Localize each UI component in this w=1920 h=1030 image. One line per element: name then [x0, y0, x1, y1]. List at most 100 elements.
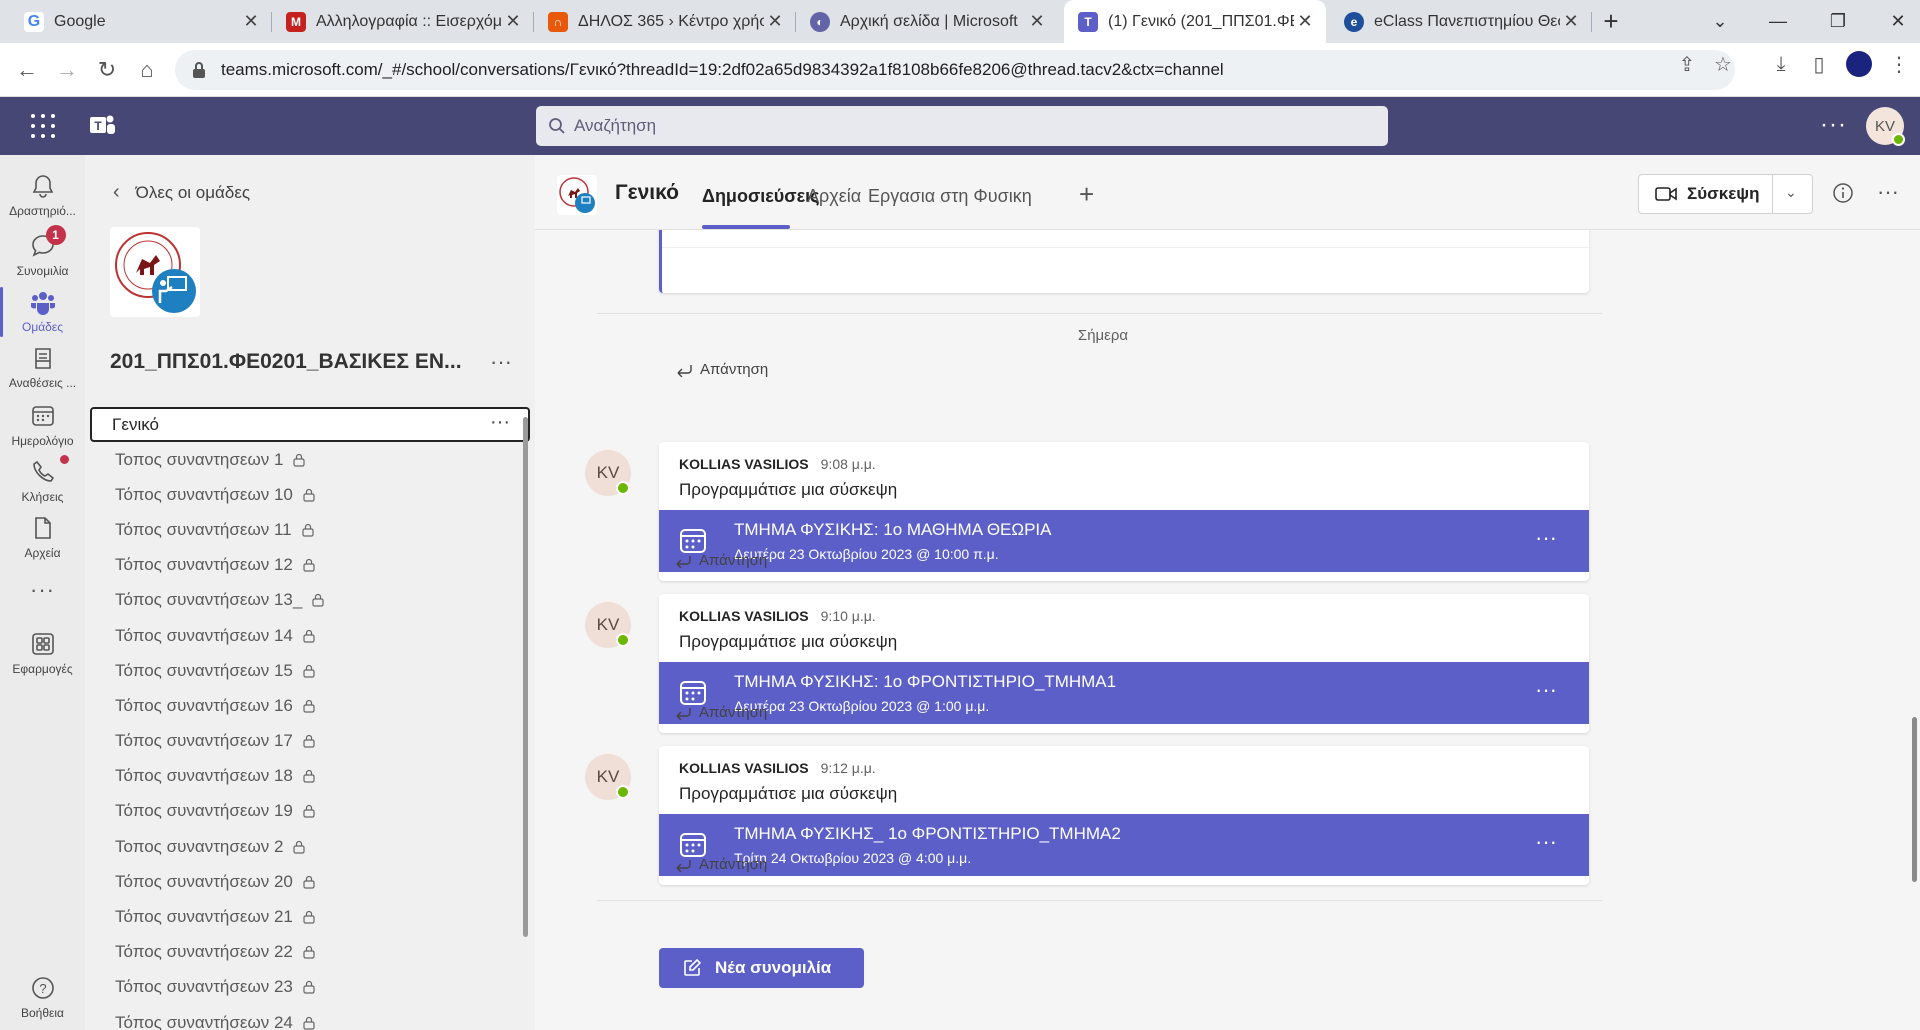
kebab-menu-icon[interactable]: ⋮: [1888, 53, 1910, 76]
meeting-card[interactable]: ΤΜΗΜΑ ΦΥΣΙΚΗΣ: 1ο ΦΡΟΝΤΙΣΤΗΡΙΟ_ΤΜΗΜΑ1 Δευ…: [659, 662, 1589, 724]
minimize-button[interactable]: —: [1758, 6, 1798, 36]
close-icon[interactable]: ✕: [240, 11, 262, 33]
channel-item[interactable]: Τόπος συναντήσεων 24: [85, 1005, 525, 1030]
back-label: Όλες οι ομάδες: [135, 182, 251, 202]
team-logo[interactable]: [110, 227, 200, 317]
back-arrow-icon[interactable]: ←: [12, 55, 42, 85]
profile-icon[interactable]: [1846, 51, 1872, 77]
reload-icon[interactable]: ↻: [92, 55, 122, 85]
teams-icon: [30, 292, 55, 315]
browser-tab-mail[interactable]: M Αλληλογραφία :: Εισερχόμ ✕: [272, 0, 534, 43]
channel-item[interactable]: Τοπος συναντησεων 1: [85, 442, 525, 477]
info-icon[interactable]: [1832, 182, 1854, 204]
search-input[interactable]: Αναζήτηση: [536, 106, 1388, 146]
author-name[interactable]: KOLLIAS VASILIOS: [679, 608, 809, 624]
new-tab-button[interactable]: +: [1598, 8, 1624, 35]
rail-item-assignments[interactable]: Αναθέσεις ...: [0, 339, 85, 401]
close-icon[interactable]: ✕: [1560, 11, 1582, 33]
tab-assignment-physics[interactable]: Εργασια στη Φυσικη: [868, 186, 1032, 207]
reply-button[interactable]: Απάντηση: [675, 856, 767, 873]
reply-button[interactable]: Απάντηση: [675, 704, 767, 721]
tab-files[interactable]: Αρχεία: [807, 186, 861, 207]
chevron-down-icon[interactable]: ⌄: [1785, 184, 1797, 201]
tab-search-icon[interactable]: ⌄: [1700, 6, 1740, 36]
channel-item[interactable]: Τόπος συναντήσεων 22: [85, 935, 525, 970]
channel-item[interactable]: Τοπος συναντησεων 2: [85, 829, 525, 864]
browser-tab-teams[interactable]: T (1) Γενικό (201_ΠΠΣ01.ΦΕ0 ✕: [1064, 0, 1326, 43]
home-icon[interactable]: ⌂: [132, 55, 162, 85]
channel-item[interactable]: Τόπος συναντήσεων 11: [85, 512, 525, 547]
google-icon: G: [24, 11, 44, 32]
all-teams-back-button[interactable]: ‹ Όλες οι ομάδες: [113, 181, 250, 204]
rail-item-apps[interactable]: Εφαρμογές: [0, 625, 85, 687]
channel-item[interactable]: Τόπος συναντήσεων 12: [85, 548, 525, 583]
reply-label: Απάντηση: [699, 552, 768, 569]
scrollbar[interactable]: [523, 417, 528, 937]
tab-title: eClass Πανεπιστημίου Θεσ: [1374, 12, 1560, 30]
browser-tab-google[interactable]: G Google ✕: [10, 0, 272, 43]
close-icon[interactable]: ✕: [1026, 11, 1048, 33]
more-options-icon[interactable]: ···: [1820, 111, 1847, 139]
rail-item-calls[interactable]: Κλήσεις: [0, 453, 85, 515]
close-window-button[interactable]: ✕: [1878, 6, 1918, 36]
author-avatar[interactable]: KV: [585, 754, 631, 800]
channel-item[interactable]: Τόπος συναντήσεων 15: [85, 653, 525, 688]
scrollbar[interactable]: [1912, 717, 1917, 882]
user-avatar[interactable]: KV: [1866, 107, 1905, 146]
download-icon[interactable]: ⤓: [1770, 53, 1792, 75]
side-panel-icon[interactable]: ▯: [1808, 53, 1830, 76]
browser-tab-dilos[interactable]: ∩ ΔΗΛΟΣ 365 › Κέντρο χρήσ ✕: [534, 0, 796, 43]
channel-item[interactable]: Τόπος συναντήσεων 14: [85, 618, 525, 653]
dilos-icon: ∩: [548, 11, 568, 32]
channel-item[interactable]: Τόπος συναντήσεων 23: [85, 970, 525, 1005]
meeting-more-options-icon[interactable]: ···: [1535, 677, 1557, 703]
channel-item[interactable]: Τόπος συναντήσεων 13_: [85, 583, 525, 618]
channel-item[interactable]: Τόπος συναντήσεων 16: [85, 688, 525, 723]
reply-button[interactable]: Απάντηση: [676, 361, 768, 378]
restore-button[interactable]: ❐: [1818, 6, 1858, 36]
team-avatar-icon[interactable]: [557, 175, 597, 215]
author-name[interactable]: KOLLIAS VASILIOS: [679, 456, 809, 472]
channel-item[interactable]: Τόπος συναντήσεων 17: [85, 724, 525, 759]
channel-item[interactable]: Τόπος συναντήσεων 21: [85, 899, 525, 934]
meeting-more-options-icon[interactable]: ···: [1535, 829, 1557, 855]
meeting-card[interactable]: ΤΜΗΜΑ ΦΥΣΙΚΗΣ: 1ο ΜΑΘΗΜΑ ΘΕΩΡΙΑ Δευτέρα 2…: [659, 510, 1589, 572]
author-name[interactable]: KOLLIAS VASILIOS: [679, 760, 809, 776]
address-bar[interactable]: teams.microsoft.com/_#/school/conversati…: [175, 50, 1735, 90]
meeting-more-options-icon[interactable]: ···: [1535, 525, 1557, 551]
browser-tab-microsoft[interactable]: ◐ Αρχική σελίδα | Microsoft ✕: [796, 0, 1058, 43]
channel-item[interactable]: Τόπος συναντήσεων 20: [85, 864, 525, 899]
channel-item-general[interactable]: Γενικό ···: [90, 407, 530, 442]
tab-posts[interactable]: Δημοσιεύσεις: [702, 186, 820, 207]
rail-item-calendar[interactable]: Ημερολόγιο: [0, 397, 85, 459]
rail-item-teams[interactable]: Ομάδες: [0, 283, 85, 345]
new-conversation-button[interactable]: Νέα συνομιλία: [659, 948, 864, 988]
more-options-icon: ···: [30, 577, 55, 602]
meeting-card[interactable]: ΤΜΗΜΑ ΦΥΣΙΚΗΣ_ 1ο ΦΡΟΝΤΙΣΤΗΡΙΟ_ΤΜΗΜΑ2 Τρί…: [659, 814, 1589, 876]
close-icon[interactable]: ✕: [1294, 11, 1316, 33]
browser-tab-eclass[interactable]: e eClass Πανεπιστημίου Θεσ ✕: [1330, 0, 1592, 43]
rail-item-chat[interactable]: 1 Συνομιλία: [0, 225, 85, 289]
close-icon[interactable]: ✕: [764, 11, 786, 33]
channel-item[interactable]: Τόπος συναντήσεων 19: [85, 794, 525, 829]
app-launcher-icon[interactable]: [30, 113, 56, 139]
channel-more-options-icon[interactable]: ···: [1877, 179, 1899, 205]
lock-icon: [303, 559, 315, 572]
channel-item[interactable]: Τόπος συναντήσεων 18: [85, 759, 525, 794]
channel-item[interactable]: Τόπος συναντήσεων 10: [85, 477, 525, 512]
reply-button[interactable]: Απάντηση: [675, 552, 767, 569]
add-tab-icon[interactable]: +: [1079, 179, 1094, 210]
rail-item-help[interactable]: ? Βοήθεια: [0, 969, 85, 1030]
star-icon[interactable]: ☆: [1712, 53, 1734, 76]
more-apps-button[interactable]: ···: [0, 573, 85, 613]
rail-item-activity[interactable]: Δραστηριό...: [0, 167, 85, 229]
author-avatar[interactable]: KV: [585, 602, 631, 648]
close-icon[interactable]: ✕: [502, 11, 524, 33]
author-avatar[interactable]: KV: [585, 450, 631, 496]
share-icon[interactable]: ⇪: [1676, 53, 1698, 76]
team-more-options-icon[interactable]: ···: [490, 349, 512, 375]
more-options-icon[interactable]: ···: [490, 411, 510, 434]
rail-item-files[interactable]: Αρχεία: [0, 509, 85, 571]
forward-arrow-icon[interactable]: →: [52, 55, 82, 85]
meet-button[interactable]: Σύσκεψη ⌄: [1638, 174, 1813, 214]
